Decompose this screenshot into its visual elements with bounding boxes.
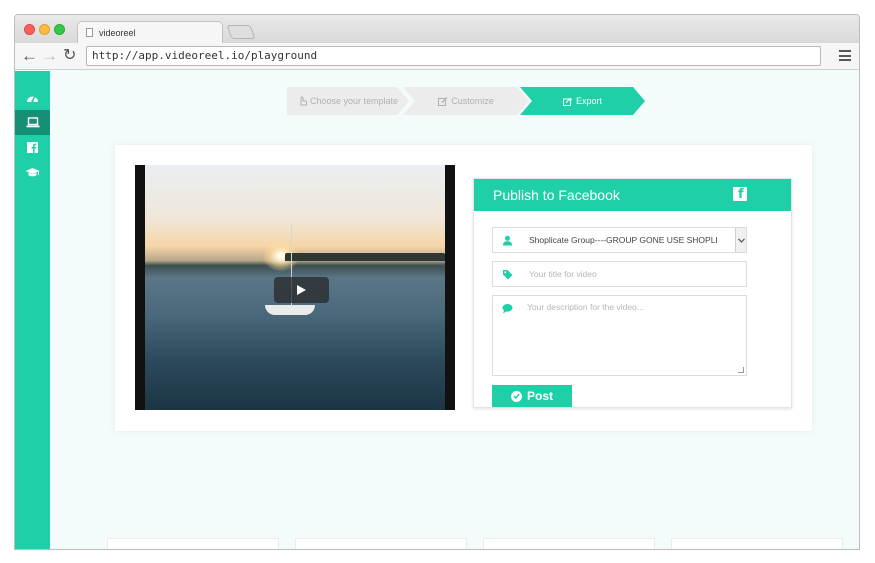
forward-arrow-icon[interactable]: → (41, 46, 58, 66)
close-window-icon[interactable] (24, 24, 35, 35)
sailboat (265, 305, 315, 315)
export-card: Publish to Facebook Shoplicate Group----… (115, 145, 812, 431)
post-button-label: Post (526, 389, 553, 403)
sidebar-item-playground[interactable] (15, 110, 50, 135)
panel-title: Publish to Facebook (493, 187, 620, 203)
share-icon (562, 97, 573, 106)
user-icon (501, 234, 513, 246)
video-thumbnail (145, 165, 445, 410)
page-icon (86, 28, 93, 37)
placeholder-card (671, 538, 843, 549)
video-player[interactable] (135, 165, 455, 410)
group-select[interactable]: Shoplicate Group----GROUP GONE USE SHOPL… (492, 227, 747, 253)
chevron-down-icon[interactable] (735, 228, 746, 252)
tab-bar: videoreel (15, 15, 859, 43)
video-description-field[interactable] (492, 295, 747, 376)
tab-title: videoreel (99, 27, 136, 38)
play-button[interactable] (274, 277, 329, 303)
reload-icon[interactable]: ↻ (63, 46, 76, 66)
back-arrow-icon[interactable]: ← (21, 46, 38, 66)
step-choose-template[interactable]: Choose your template (287, 87, 409, 115)
browser-window: videoreel ← → ↻ http://app.videoreel.io/… (14, 14, 860, 550)
step-label: Export (575, 96, 602, 106)
group-select-value: Shoplicate Group----GROUP GONE USE SHOPL… (529, 235, 718, 245)
laptop-icon (26, 117, 39, 128)
video-title-input[interactable] (527, 262, 739, 286)
sidebar-item-dashboard[interactable] (15, 85, 50, 110)
step-label: Customize (451, 96, 494, 106)
sidebar-item-learn[interactable] (15, 160, 50, 185)
placeholder-card (483, 538, 655, 549)
sidebar (15, 71, 50, 549)
graduation-cap-icon (25, 168, 40, 177)
sidebar-item-facebook[interactable] (15, 135, 50, 160)
video-description-input[interactable] (527, 302, 739, 370)
hand-pointer-icon (298, 96, 307, 106)
step-customize[interactable]: Customize (403, 87, 529, 115)
shoreline (285, 253, 445, 261)
resize-handle[interactable] (738, 367, 744, 373)
tag-icon (501, 268, 513, 280)
dashboard-icon (27, 95, 38, 103)
check-circle-icon (510, 390, 522, 402)
play-icon (297, 285, 306, 295)
new-tab-button[interactable] (226, 25, 256, 39)
placeholder-card (295, 538, 467, 549)
browser-toolbar: ← → ↻ http://app.videoreel.io/playground (15, 43, 859, 70)
publish-panel: Publish to Facebook Shoplicate Group----… (473, 178, 792, 408)
hamburger-menu-icon[interactable] (839, 50, 851, 61)
facebook-icon (733, 187, 747, 202)
edit-icon (438, 96, 448, 106)
minimize-window-icon[interactable] (39, 24, 50, 35)
facebook-icon (27, 142, 38, 153)
panel-header: Publish to Facebook (474, 179, 791, 211)
comment-icon (501, 302, 513, 314)
placeholder-card (107, 538, 279, 549)
address-bar[interactable]: http://app.videoreel.io/playground (86, 46, 821, 66)
browser-tab[interactable]: videoreel (77, 21, 223, 43)
post-button[interactable]: Post (492, 385, 572, 407)
maximize-window-icon[interactable] (54, 24, 65, 35)
video-title-field[interactable] (492, 261, 747, 287)
step-label: Choose your template (309, 96, 399, 106)
step-export[interactable]: Export (520, 87, 645, 115)
